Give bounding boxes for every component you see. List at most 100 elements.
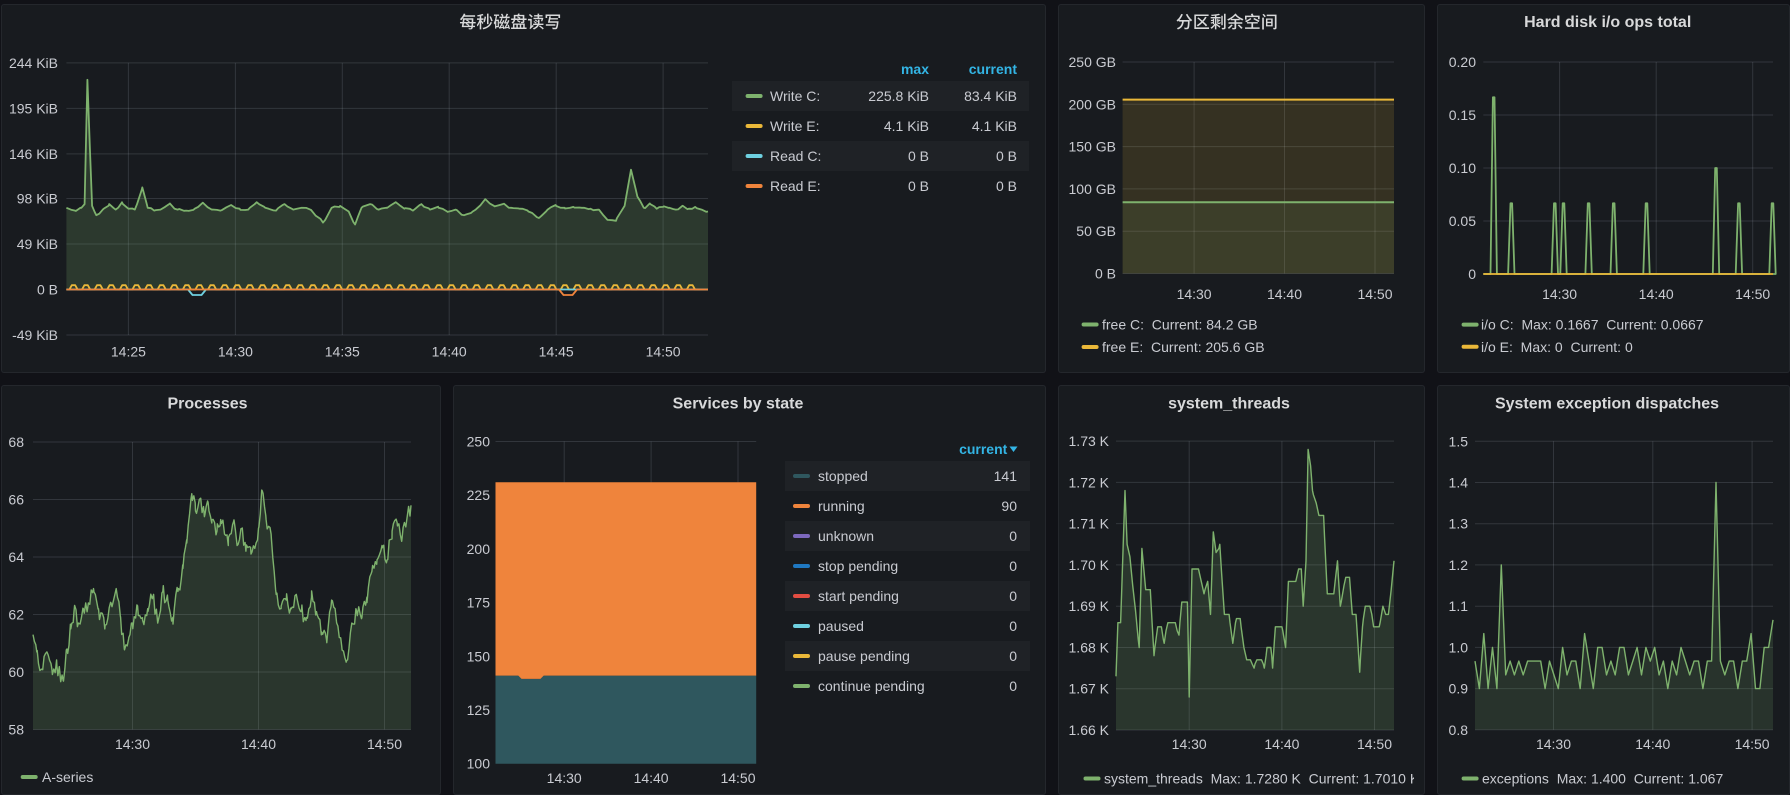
svg-text:stop pending: stop pending <box>818 558 898 574</box>
svg-text:0.05: 0.05 <box>1449 213 1476 229</box>
svg-text:free C: Current: 84.2 GB: free C: Current: 84.2 GB <box>1102 317 1258 333</box>
svg-text:i/o E: Max: 0 Current: 0: i/o E: Max: 0 Current: 0 <box>1481 339 1633 355</box>
svg-text:14:35: 14:35 <box>325 344 360 360</box>
svg-text:1.2: 1.2 <box>1449 557 1469 573</box>
svg-text:66: 66 <box>8 492 24 508</box>
svg-text:225.8 KiB: 225.8 KiB <box>868 88 929 104</box>
svg-text:0: 0 <box>1009 678 1017 694</box>
svg-text:64: 64 <box>8 549 24 565</box>
svg-text:0.8: 0.8 <box>1449 722 1469 738</box>
svg-text:100: 100 <box>467 756 491 772</box>
svg-text:Read E:: Read E: <box>770 178 821 194</box>
svg-text:free E: Current: 205.6 GB: free E: Current: 205.6 GB <box>1102 339 1265 355</box>
svg-text:90: 90 <box>1001 498 1017 514</box>
svg-text:0 B: 0 B <box>996 148 1017 164</box>
svg-text:83.4 KiB: 83.4 KiB <box>964 88 1017 104</box>
svg-text:A-series: A-series <box>42 769 93 785</box>
svg-text:195 KiB: 195 KiB <box>9 100 58 116</box>
svg-text:200 GB: 200 GB <box>1069 96 1116 112</box>
svg-text:1.3: 1.3 <box>1449 516 1469 532</box>
svg-text:14:30: 14:30 <box>1177 286 1212 302</box>
svg-text:start pending: start pending <box>818 588 899 604</box>
svg-text:Services by state: Services by state <box>673 396 804 413</box>
svg-text:125: 125 <box>467 702 491 718</box>
svg-text:14:30: 14:30 <box>1172 736 1207 752</box>
svg-text:0 B: 0 B <box>37 282 58 298</box>
svg-text:98 KiB: 98 KiB <box>17 191 58 207</box>
svg-text:1.69 K: 1.69 K <box>1069 598 1110 614</box>
svg-text:-49 KiB: -49 KiB <box>12 327 58 343</box>
svg-text:0: 0 <box>1009 618 1017 634</box>
svg-text:1.68 K: 1.68 K <box>1069 640 1110 656</box>
svg-text:exceptions Max: 1.400 Curren: exceptions Max: 1.400 Current: 1.067 <box>1482 771 1723 787</box>
svg-text:0.20: 0.20 <box>1449 54 1476 70</box>
svg-text:Read C:: Read C: <box>770 148 821 164</box>
svg-text:1.72 K: 1.72 K <box>1069 474 1110 490</box>
svg-text:146 KiB: 146 KiB <box>9 146 58 162</box>
svg-text:current: current <box>969 61 1018 77</box>
svg-text:14:50: 14:50 <box>367 736 402 752</box>
svg-text:1.67 K: 1.67 K <box>1069 681 1110 697</box>
svg-text:0.9: 0.9 <box>1449 681 1469 697</box>
svg-text:250 GB: 250 GB <box>1069 54 1116 70</box>
svg-text:system_threads: system_threads <box>1168 396 1290 413</box>
svg-text:1.0: 1.0 <box>1449 639 1469 655</box>
svg-text:0 B: 0 B <box>996 178 1017 194</box>
svg-text:continue pending: continue pending <box>818 678 925 694</box>
svg-text:running: running <box>818 498 865 514</box>
svg-text:0: 0 <box>1009 558 1017 574</box>
svg-text:14:50: 14:50 <box>1357 736 1392 752</box>
svg-text:14:50: 14:50 <box>646 344 681 360</box>
svg-text:1.71 K: 1.71 K <box>1069 516 1110 532</box>
svg-text:50 GB: 50 GB <box>1076 223 1116 239</box>
svg-text:14:40: 14:40 <box>432 344 467 360</box>
svg-text:14:45: 14:45 <box>539 344 574 360</box>
svg-text:unknown: unknown <box>818 528 874 544</box>
svg-text:Write E:: Write E: <box>770 118 820 134</box>
svg-text:i/o C: Max: 0.1667 Current:: i/o C: Max: 0.1667 Current: 0.0667 <box>1481 317 1704 333</box>
svg-text:pause pending: pause pending <box>818 648 910 664</box>
svg-text:225: 225 <box>467 487 491 503</box>
svg-text:175: 175 <box>467 595 491 611</box>
svg-text:14:50: 14:50 <box>1735 736 1770 752</box>
svg-text:0: 0 <box>1009 648 1017 664</box>
svg-text:Hard disk i/o ops total: Hard disk i/o ops total <box>1524 14 1691 31</box>
svg-text:1.66 K: 1.66 K <box>1069 722 1110 738</box>
svg-text:14:40: 14:40 <box>1264 736 1299 752</box>
svg-text:1.5: 1.5 <box>1449 433 1469 449</box>
svg-text:1.73 K: 1.73 K <box>1069 433 1110 449</box>
svg-text:150 GB: 150 GB <box>1069 139 1116 155</box>
svg-text:1.70 K: 1.70 K <box>1069 557 1110 573</box>
svg-text:200: 200 <box>467 541 491 557</box>
svg-text:0: 0 <box>1468 266 1476 282</box>
svg-text:58: 58 <box>8 722 24 738</box>
svg-text:0.15: 0.15 <box>1449 107 1476 123</box>
svg-text:14:30: 14:30 <box>115 736 150 752</box>
svg-text:14:30: 14:30 <box>547 770 582 786</box>
svg-text:system_threads Max: 1.7280 K: system_threads Max: 1.7280 K Current: 1.… <box>1104 771 1420 787</box>
svg-text:1.1: 1.1 <box>1449 598 1469 614</box>
svg-text:Processes: Processes <box>167 396 247 413</box>
svg-text:14:25: 14:25 <box>111 344 146 360</box>
svg-text:14:30: 14:30 <box>218 344 253 360</box>
svg-text:68: 68 <box>8 434 24 450</box>
svg-text:62: 62 <box>8 607 24 623</box>
svg-text:4.1 KiB: 4.1 KiB <box>884 118 929 134</box>
svg-text:141: 141 <box>994 468 1018 484</box>
svg-text:150: 150 <box>467 648 491 664</box>
svg-text:14:40: 14:40 <box>241 736 276 752</box>
svg-text:14:30: 14:30 <box>1536 736 1571 752</box>
svg-text:paused: paused <box>818 618 864 634</box>
svg-text:14:50: 14:50 <box>1357 286 1392 302</box>
svg-text:49 KiB: 49 KiB <box>17 236 58 252</box>
svg-text:14:40: 14:40 <box>1635 736 1670 752</box>
svg-text:1.4: 1.4 <box>1449 475 1469 491</box>
svg-text:4.1 KiB: 4.1 KiB <box>972 118 1017 134</box>
svg-text:60: 60 <box>8 664 24 680</box>
svg-text:14:40: 14:40 <box>1267 286 1302 302</box>
svg-text:14:40: 14:40 <box>1639 286 1674 302</box>
svg-text:250: 250 <box>467 434 491 450</box>
svg-text:0.10: 0.10 <box>1449 160 1476 176</box>
svg-text:Write C:: Write C: <box>770 88 820 104</box>
svg-text:current: current <box>959 441 1008 457</box>
